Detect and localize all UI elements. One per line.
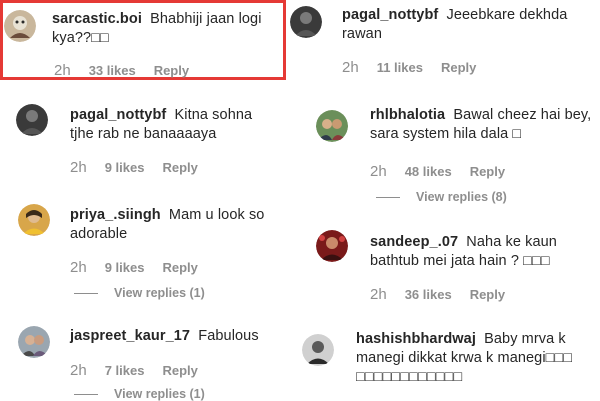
likes-count[interactable]: 9 likes — [105, 260, 145, 275]
comment-time: 2h — [370, 163, 387, 180]
avatar[interactable] — [302, 334, 334, 366]
view-replies-button[interactable]: View replies (1) — [74, 387, 205, 401]
comment-body: rhlbhalotia Bawal cheez hai bey, sara sy… — [370, 106, 592, 144]
comment-body: pagal_nottybf Kitna sohna tjhe rab ne ba… — [70, 106, 280, 144]
comment-body: jaspreet_kaur_17 Fabulous — [70, 327, 285, 346]
comment-body: pagal_nottybf Jeeebkare dekhda rawan — [342, 6, 592, 44]
comment-body: hashishbhardwaj Baby mrva k manegi dikka… — [356, 330, 592, 387]
divider-line — [376, 196, 400, 198]
comment-body: priya_.siingh Mam u look so adorable — [70, 206, 280, 244]
avatar[interactable] — [4, 10, 36, 42]
likes-count[interactable]: 11 likes — [377, 60, 423, 75]
comment-username[interactable]: hashishbhardwaj — [356, 331, 476, 347]
view-replies-label: View replies (1) — [114, 387, 205, 401]
comment-username[interactable]: rhlbhalotia — [370, 107, 445, 123]
comment-meta: 2h 9 likes Reply — [70, 159, 198, 176]
reply-button[interactable]: Reply — [470, 287, 505, 302]
comment-time: 2h — [370, 286, 387, 303]
comment-meta: 2h 33 likes Reply — [54, 62, 189, 79]
comment-body: sarcastic.boi Bhabhiji jaan logi kya??□□ — [52, 10, 280, 48]
view-replies-label: View replies (8) — [416, 190, 507, 204]
avatar[interactable] — [18, 204, 50, 236]
comment-username[interactable]: sandeep_.07 — [370, 234, 458, 250]
avatar[interactable] — [290, 6, 322, 38]
comment-username[interactable]: jaspreet_kaur_17 — [70, 328, 190, 344]
view-replies-button[interactable]: View replies (8) — [376, 190, 507, 204]
reply-button[interactable]: Reply — [162, 260, 197, 275]
reply-button[interactable]: Reply — [162, 363, 197, 378]
comment-time: 2h — [70, 159, 87, 176]
likes-count[interactable]: 33 likes — [89, 63, 136, 78]
comment-username[interactable]: pagal_nottybf — [70, 107, 166, 123]
reply-button[interactable]: Reply — [441, 60, 476, 75]
avatar[interactable] — [316, 230, 348, 262]
avatar[interactable] — [316, 110, 348, 142]
likes-count[interactable]: 7 likes — [105, 363, 145, 378]
comment-text: Fabulous — [198, 328, 259, 344]
divider-line — [74, 393, 98, 395]
likes-count[interactable]: 36 likes — [405, 287, 452, 302]
divider-line — [74, 292, 98, 294]
comment-username[interactable]: pagal_nottybf — [342, 7, 438, 23]
likes-count[interactable]: 48 likes — [405, 164, 452, 179]
avatar[interactable] — [16, 104, 48, 136]
likes-count[interactable]: 9 likes — [105, 160, 145, 175]
comment-time: 2h — [54, 62, 71, 79]
comment-body: sandeep_.07 Naha ke kaun bathtub mei jat… — [370, 233, 592, 271]
view-replies-button[interactable]: View replies (1) — [74, 286, 205, 300]
avatar[interactable] — [18, 326, 50, 358]
comment-meta: 2h 36 likes Reply — [370, 286, 505, 303]
comment-meta: 2h 9 likes Reply — [70, 259, 198, 276]
comment-meta: 2h 11 likes Reply — [342, 59, 476, 76]
comment-time: 2h — [70, 259, 87, 276]
comment-username[interactable]: priya_.siingh — [70, 207, 161, 223]
reply-button[interactable]: Reply — [162, 160, 197, 175]
comment-time: 2h — [70, 362, 87, 379]
reply-button[interactable]: Reply — [154, 63, 189, 78]
reply-button[interactable]: Reply — [470, 164, 505, 179]
comment-meta: 2h 48 likes Reply — [370, 163, 505, 180]
comment-username[interactable]: sarcastic.boi — [52, 11, 142, 27]
view-replies-label: View replies (1) — [114, 286, 205, 300]
comment-time: 2h — [342, 59, 359, 76]
comment-meta: 2h 7 likes Reply — [70, 362, 198, 379]
